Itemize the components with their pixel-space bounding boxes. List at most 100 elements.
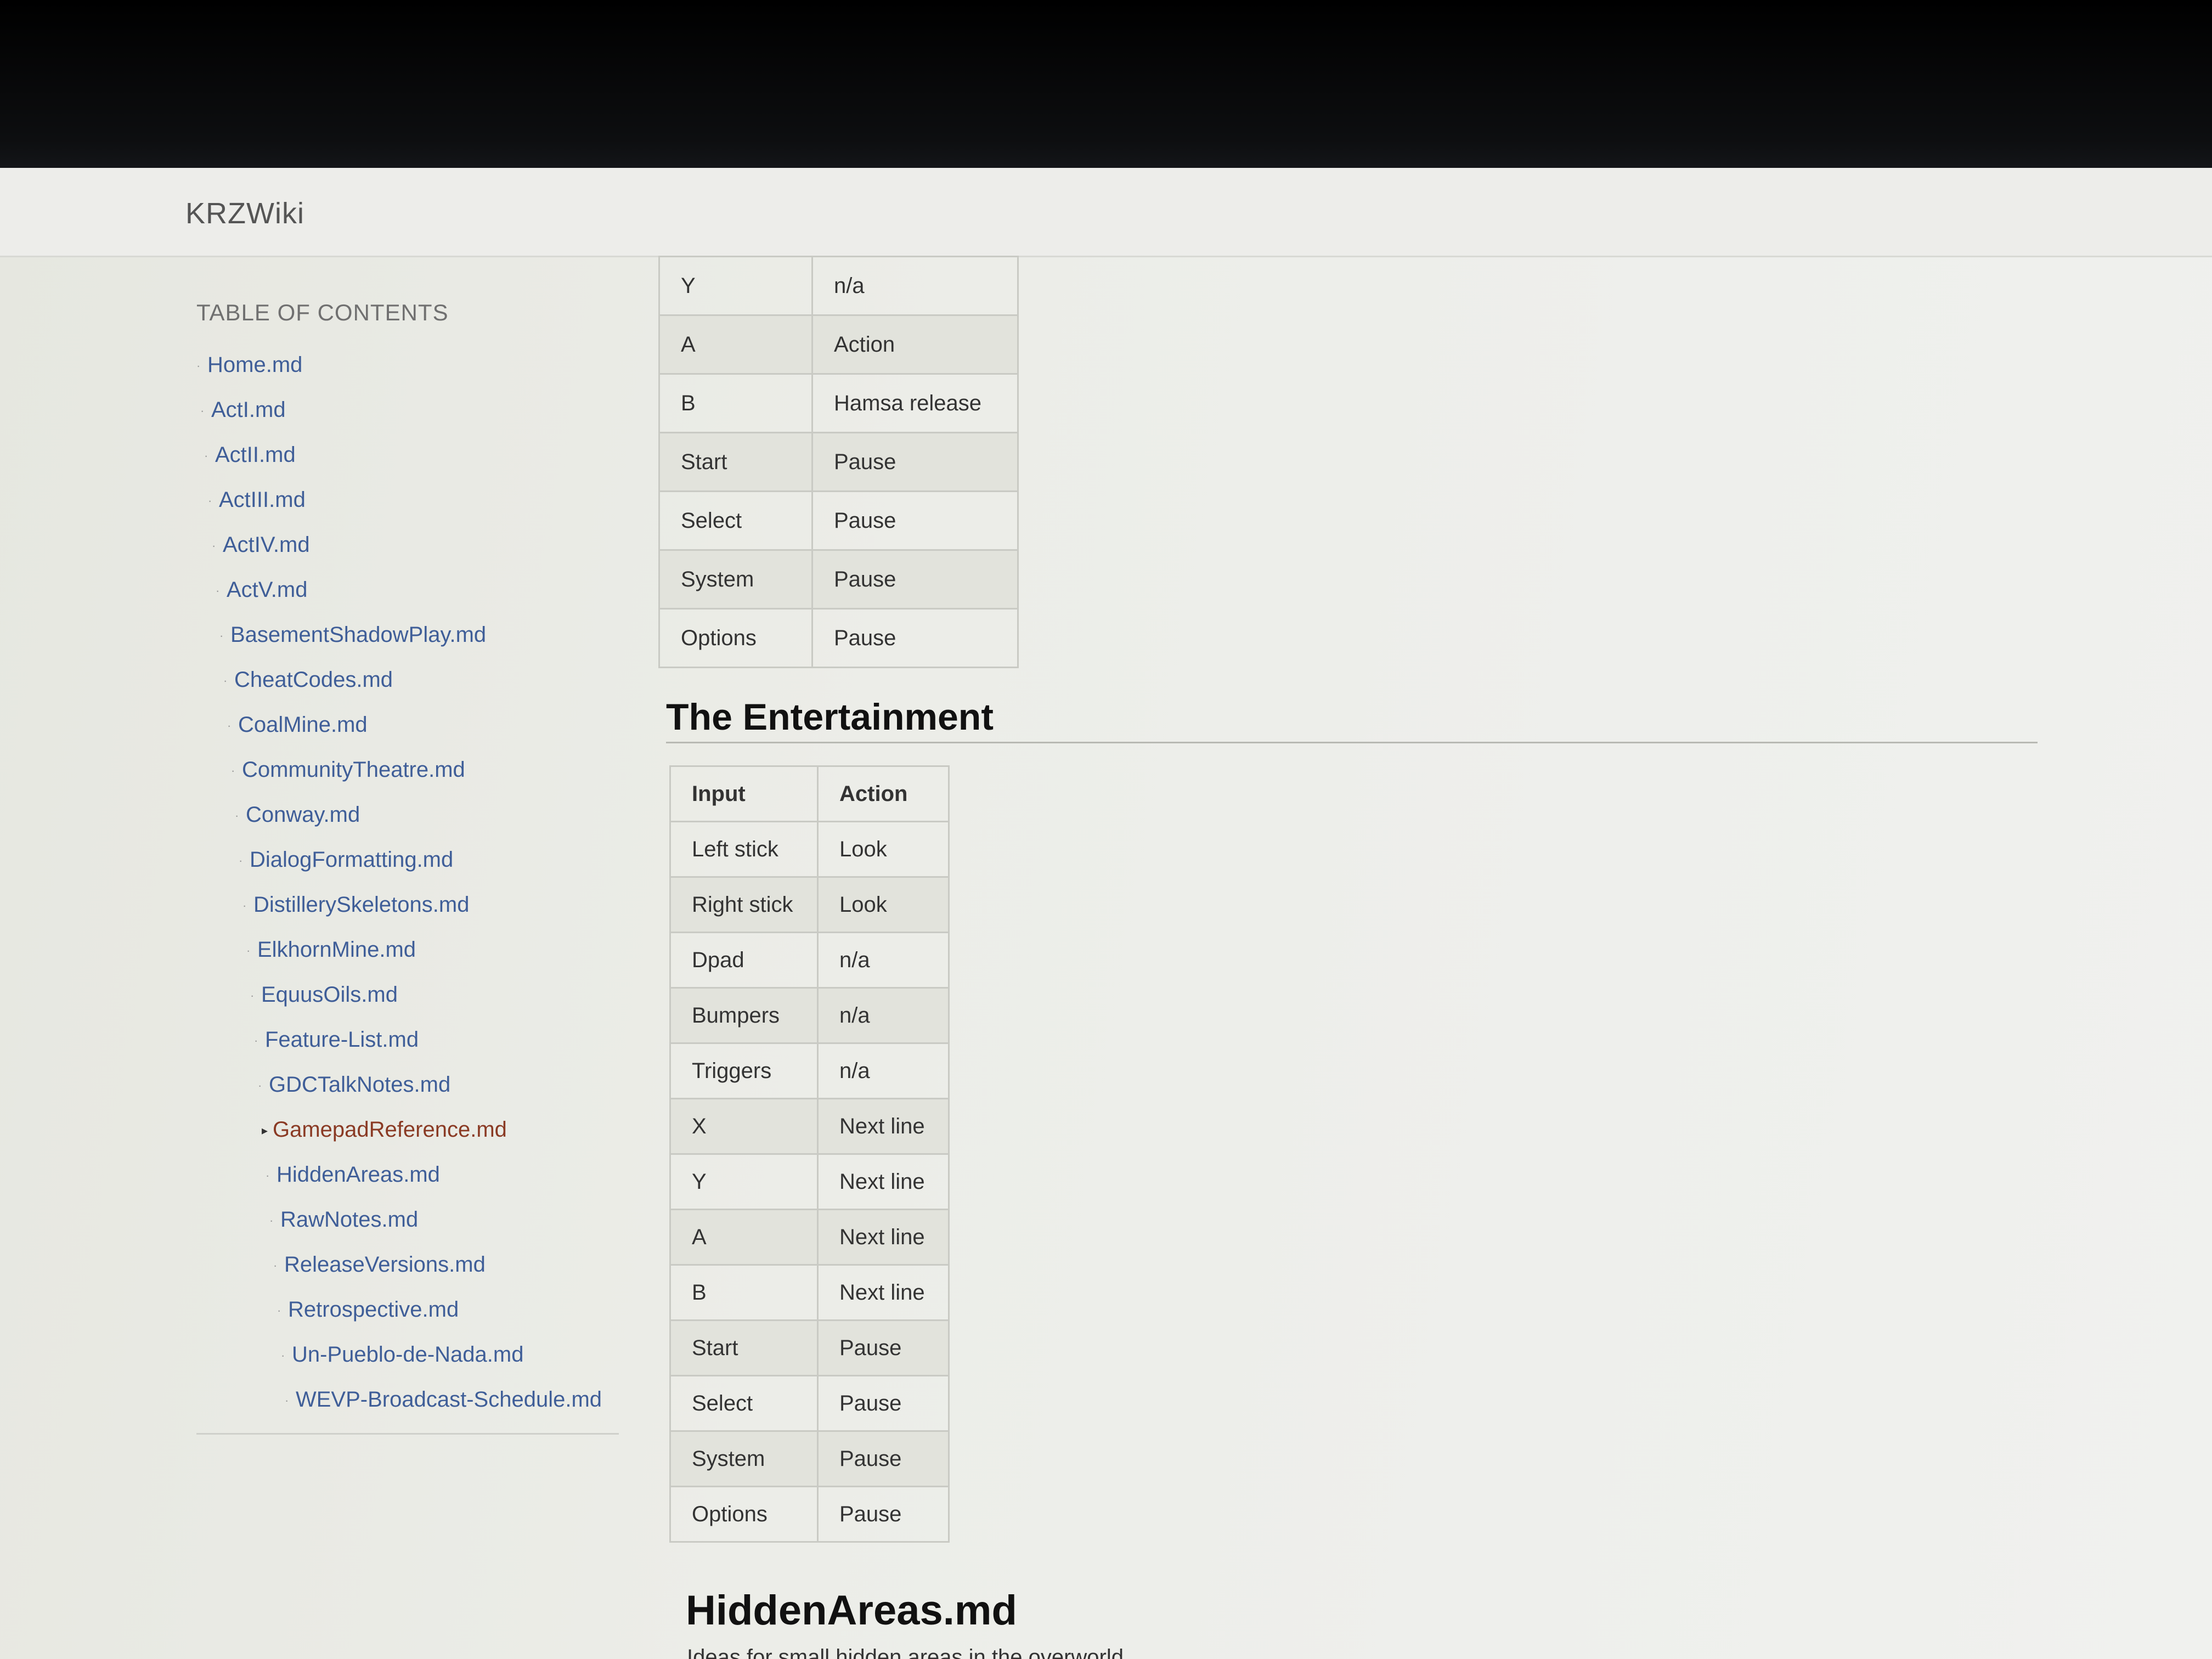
page-title-hiddenareas: HiddenAreas.md <box>686 1587 1017 1634</box>
sidebar-item[interactable]: · CoalMine.md <box>196 702 619 747</box>
table-row: Options Pause <box>658 608 1019 668</box>
sidebar-item-label[interactable]: DialogFormatting.md <box>250 848 453 872</box>
sidebar-item[interactable]: · Feature-List.md <box>196 1017 619 1062</box>
action-cell: Action <box>811 314 1019 375</box>
sidebar-item[interactable]: · DialogFormatting.md <box>196 837 619 882</box>
action-cell: n/a <box>817 932 950 989</box>
action-cell: Next line <box>817 1153 950 1210</box>
gamepad-table-entertainment: Input Action Left stick Look Right stick Lo… <box>669 765 950 1543</box>
action-cell: Pause <box>811 549 1019 610</box>
sidebar-item-label[interactable]: EquusOils.md <box>261 983 398 1007</box>
sidebar-item[interactable]: · GDCTalkNotes.md <box>196 1062 619 1107</box>
sidebar-item[interactable]: · RawNotes.md <box>196 1197 619 1242</box>
bullet-icon: · <box>219 629 224 643</box>
top-navbar: KRZWiki <box>0 168 2212 257</box>
sidebar-item[interactable]: · CheatCodes.md <box>196 657 619 702</box>
sidebar-item-label[interactable]: GDCTalkNotes.md <box>269 1073 450 1097</box>
table-header-row: Input Action <box>669 765 950 822</box>
sidebar-item-label[interactable]: GamepadReference.md <box>273 1118 507 1142</box>
sidebar-item-label[interactable]: ReleaseVersions.md <box>284 1252 486 1277</box>
bullet-icon: · <box>212 539 216 553</box>
input-cell: A <box>658 314 813 375</box>
input-cell: System <box>669 1430 819 1487</box>
bullet-icon: · <box>285 1393 289 1408</box>
site-brand[interactable]: KRZWiki <box>185 196 304 230</box>
sidebar-item-label[interactable]: ActII.md <box>215 443 296 467</box>
sidebar-item-label[interactable]: CheatCodes.md <box>234 668 393 692</box>
sidebar-item-label[interactable]: CoalMine.md <box>238 713 368 737</box>
sidebar-item-label[interactable]: RawNotes.md <box>280 1207 418 1232</box>
sidebar-item[interactable]: · ActIV.md <box>196 522 619 567</box>
sidebar-item-label[interactable]: Conway.md <box>246 803 360 827</box>
bullet-icon: · <box>250 989 255 1003</box>
action-cell: Look <box>817 821 950 878</box>
bullet-icon: · <box>235 809 239 823</box>
sidebar-item-label[interactable]: BasementShadowPlay.md <box>230 623 486 647</box>
sidebar-item-label[interactable]: HiddenAreas.md <box>276 1163 440 1187</box>
sidebar-item[interactable]: · BasementShadowPlay.md <box>196 612 619 657</box>
action-cell: Next line <box>817 1209 950 1266</box>
bullet-icon: · <box>231 764 235 778</box>
input-cell: B <box>658 373 813 433</box>
sidebar-item[interactable]: ▸ GamepadReference.md <box>196 1107 619 1152</box>
sidebar-item-label[interactable]: CommunityTheatre.md <box>242 758 465 782</box>
sidebar-item[interactable]: · Un-Pueblo-de-Nada.md <box>196 1332 619 1377</box>
action-cell: n/a <box>817 1042 950 1099</box>
active-bullet-icon: ▸ <box>262 1124 268 1138</box>
bullet-icon: · <box>216 584 220 598</box>
action-cell: Pause <box>811 608 1019 668</box>
table-row: A Next line <box>669 1209 950 1266</box>
bullet-icon: · <box>239 854 243 868</box>
sidebar-item[interactable]: · Home.md <box>196 342 619 387</box>
table-row: Dpad n/a <box>669 932 950 989</box>
bullet-icon: · <box>258 1079 262 1093</box>
action-cell: Next line <box>817 1098 950 1155</box>
table-row: Start Pause <box>669 1319 950 1376</box>
sidebar-item[interactable]: · CommunityTheatre.md <box>196 747 619 792</box>
table-row: B Next line <box>669 1264 950 1321</box>
bullet-icon: · <box>208 494 212 508</box>
sidebar-item-label[interactable]: Un-Pueblo-de-Nada.md <box>292 1342 523 1367</box>
sidebar-item[interactable]: · WEVP-Broadcast-Schedule.md <box>196 1377 619 1422</box>
sidebar-item[interactable]: · ReleaseVersions.md <box>196 1242 619 1287</box>
action-cell: Pause <box>811 490 1019 551</box>
sidebar-item-label[interactable]: DistillerySkeletons.md <box>253 893 469 917</box>
sidebar-item-label[interactable]: ActV.md <box>227 578 307 602</box>
sidebar-item-label[interactable]: ElkhornMine.md <box>257 938 416 962</box>
header-action: Action <box>817 765 950 822</box>
sidebar-item-label[interactable]: WEVP-Broadcast-Schedule.md <box>296 1387 602 1412</box>
sidebar-item-label[interactable]: ActIII.md <box>219 488 306 512</box>
sidebar-item[interactable]: · ActII.md <box>196 432 619 477</box>
sidebar-item[interactable]: · EquusOils.md <box>196 972 619 1017</box>
sidebar-item-label[interactable]: Feature-List.md <box>265 1028 419 1052</box>
sidebar-item-label[interactable]: ActIV.md <box>223 533 310 557</box>
sidebar-toc: TABLE OF CONTENTS · Home.md · ActI.md · ActII… <box>196 300 619 1435</box>
input-cell: Options <box>669 1486 819 1543</box>
table-row: Left stick Look <box>669 821 950 878</box>
toc-list: · Home.md · ActI.md · ActII.md · ActIII.md · ActI… <box>196 342 619 1435</box>
sidebar-item-label[interactable]: ActI.md <box>211 398 286 422</box>
table-row: Select Pause <box>658 490 1019 551</box>
bullet-icon: · <box>200 404 205 418</box>
sidebar-item[interactable]: · DistillerySkeletons.md <box>196 882 619 927</box>
action-cell: Next line <box>817 1264 950 1321</box>
sidebar-item-label[interactable]: Retrospective.md <box>288 1297 459 1322</box>
bullet-icon: · <box>223 674 228 688</box>
main-content: Yn/a A Action B Hamsa release Start Pause Selec… <box>658 256 2041 1659</box>
sidebar-item-label[interactable]: Home.md <box>207 353 302 377</box>
action-cell: n/a <box>817 987 950 1044</box>
sidebar-item[interactable]: · HiddenAreas.md <box>196 1152 619 1197</box>
sidebar-item[interactable]: · Conway.md <box>196 792 619 837</box>
sidebar-item[interactable]: · ActIII.md <box>196 477 619 522</box>
bullet-icon: · <box>246 944 251 958</box>
action-cell: Pause <box>817 1486 950 1543</box>
monitor-bezel <box>0 0 2212 174</box>
table-row: Select Pause <box>669 1375 950 1432</box>
sidebar-item[interactable]: · ElkhornMine.md <box>196 927 619 972</box>
table-row: Start Pause <box>658 432 1019 492</box>
sidebar-item[interactable]: · ActV.md <box>196 567 619 612</box>
action-cell: Pause <box>817 1319 950 1376</box>
sidebar-item[interactable]: · Retrospective.md <box>196 1287 619 1332</box>
sidebar-item[interactable]: · ActI.md <box>196 387 619 432</box>
action-cell: Pause <box>811 432 1019 492</box>
